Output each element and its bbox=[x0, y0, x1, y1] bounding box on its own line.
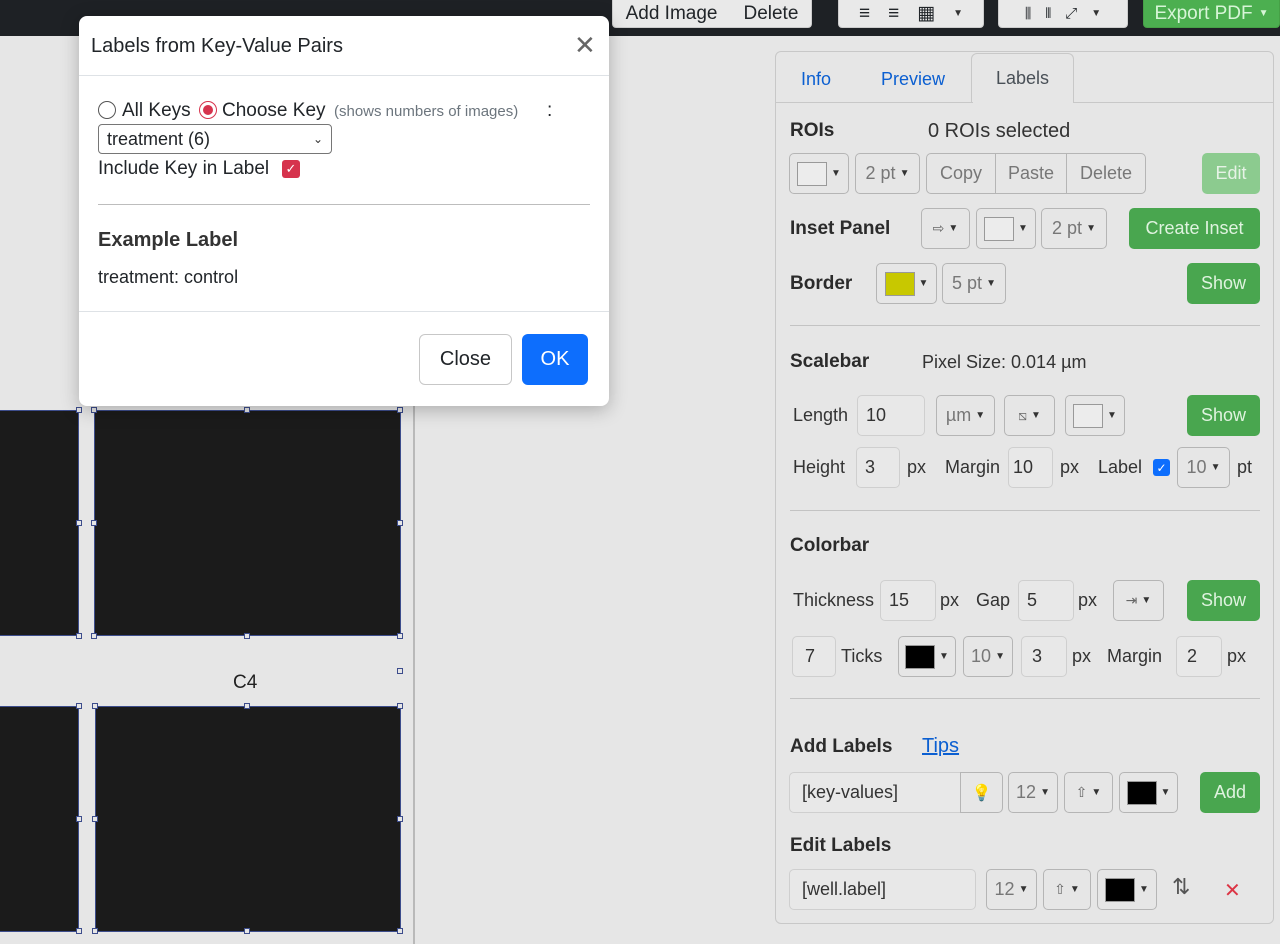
modal-footer: Close OK bbox=[79, 311, 609, 406]
hint-colon: : bbox=[547, 100, 553, 121]
choose-key-label: Choose Key bbox=[222, 100, 326, 121]
chevron-down-icon: ⌄ bbox=[312, 132, 323, 146]
modal-title: Labels from Key-Value Pairs bbox=[91, 35, 343, 57]
choose-key-hint: (shows numbers of images) bbox=[334, 103, 519, 120]
labels-from-key-value-modal: Labels from Key-Value Pairs ✕ All Keys C… bbox=[79, 16, 609, 406]
close-icon[interactable]: ✕ bbox=[574, 30, 596, 61]
all-keys-label: All Keys bbox=[122, 100, 191, 121]
modal-divider bbox=[98, 204, 590, 205]
example-label-title: Example Label bbox=[98, 229, 239, 251]
ok-button[interactable]: OK bbox=[522, 334, 588, 385]
close-button[interactable]: Close bbox=[419, 334, 512, 385]
all-keys-radio[interactable] bbox=[98, 101, 116, 119]
example-label-value: treatment: control bbox=[98, 267, 239, 287]
modal-header: Labels from Key-Value Pairs ✕ bbox=[79, 16, 609, 76]
include-key-checkbox[interactable]: ✓ bbox=[282, 160, 300, 178]
radio-dot bbox=[203, 105, 213, 115]
include-key-label: Include Key in Label bbox=[98, 158, 270, 179]
key-select[interactable]: treatment (6) ⌄ bbox=[98, 124, 332, 154]
choose-key-radio[interactable] bbox=[199, 101, 217, 119]
key-select-value: treatment (6) bbox=[107, 128, 211, 149]
